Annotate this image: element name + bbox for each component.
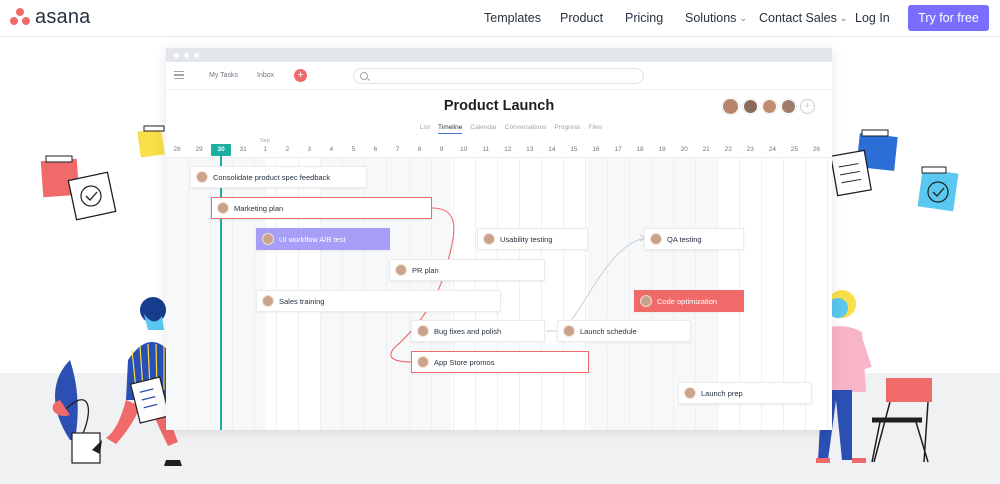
sticky-notes-left-illustration (40, 125, 165, 221)
nav-login-link[interactable]: Log In (855, 11, 890, 25)
nav-contact-sales-dropdown[interactable]: Contact Sales ⌄ (759, 11, 847, 25)
task-label: Bug fixes and polish (434, 326, 502, 336)
task-label: Code optimization (657, 296, 718, 306)
task-bar[interactable]: Launch prep (678, 382, 812, 404)
task-bar[interactable]: Bug fixes and polish (411, 320, 545, 342)
nav-pricing-link[interactable]: Pricing (625, 11, 663, 25)
task-bar[interactable]: QA testing (644, 228, 744, 250)
nav-templates-link[interactable]: Templates (484, 11, 541, 25)
nav-label: Product (560, 11, 604, 25)
task-bar[interactable]: Launch schedule (557, 320, 691, 342)
assignee-avatar (483, 233, 495, 245)
task-bar[interactable]: Marketing plan (211, 197, 432, 219)
nav-label: Solutions (685, 11, 737, 25)
task-bar[interactable]: Consolidate product spec feedback (190, 166, 367, 188)
task-label: Sales training (279, 296, 325, 306)
task-label: QA testing (667, 234, 702, 244)
task-bar[interactable]: Usability testing (477, 228, 588, 250)
nav-product-link[interactable]: Product (560, 11, 603, 25)
task-label: PR plan (412, 265, 439, 275)
task-label: Launch prep (701, 388, 743, 398)
assignee-avatar (563, 325, 575, 337)
task-label: UI workflow A/B test (279, 234, 346, 244)
assignee-avatar (684, 387, 696, 399)
task-bar[interactable]: App Store promos (411, 351, 589, 373)
chevron-down-icon: ⌄ (739, 12, 747, 23)
top-navigation: asana Templates Product Pricing Solution… (0, 0, 1000, 37)
nav-label: Log In (855, 11, 890, 25)
task-label: Usability testing (500, 234, 553, 244)
nav-label: Pricing (625, 11, 664, 25)
task-label: Consolidate product spec feedback (213, 172, 331, 182)
sticky-notes-right-illustration (830, 129, 959, 212)
assignee-avatar (650, 233, 662, 245)
task-label: Marketing plan (234, 203, 284, 213)
asana-logo-icon (10, 8, 30, 26)
task-bar[interactable]: Sales training (256, 290, 501, 312)
nav-label: Templates (484, 11, 541, 25)
task-label: Launch schedule (580, 326, 637, 336)
task-bar[interactable]: Code optimization (634, 290, 744, 312)
nav-label: Contact Sales (759, 11, 837, 25)
assignee-avatar (640, 295, 652, 307)
assignee-avatar (417, 356, 429, 368)
task-bar[interactable]: UI workflow A/B test (256, 228, 390, 250)
assignee-avatar (262, 295, 274, 307)
assignee-avatar (196, 171, 208, 183)
task-bar[interactable]: PR plan (389, 259, 545, 281)
assignee-avatar (262, 233, 274, 245)
assignee-avatar (395, 264, 407, 276)
asana-logo[interactable]: asana (10, 7, 91, 27)
logo-wordmark: asana (35, 6, 91, 28)
assignee-avatar (217, 202, 229, 214)
chevron-down-icon: ⌄ (839, 12, 848, 23)
task-label: App Store promos (434, 357, 495, 367)
assignee-avatar (417, 325, 429, 337)
try-for-free-button[interactable]: Try for free (908, 5, 989, 31)
app-window-preview: My Tasks Inbox + Product Launch + List T… (166, 48, 832, 430)
nav-solutions-dropdown[interactable]: Solutions ⌄ (685, 11, 747, 25)
